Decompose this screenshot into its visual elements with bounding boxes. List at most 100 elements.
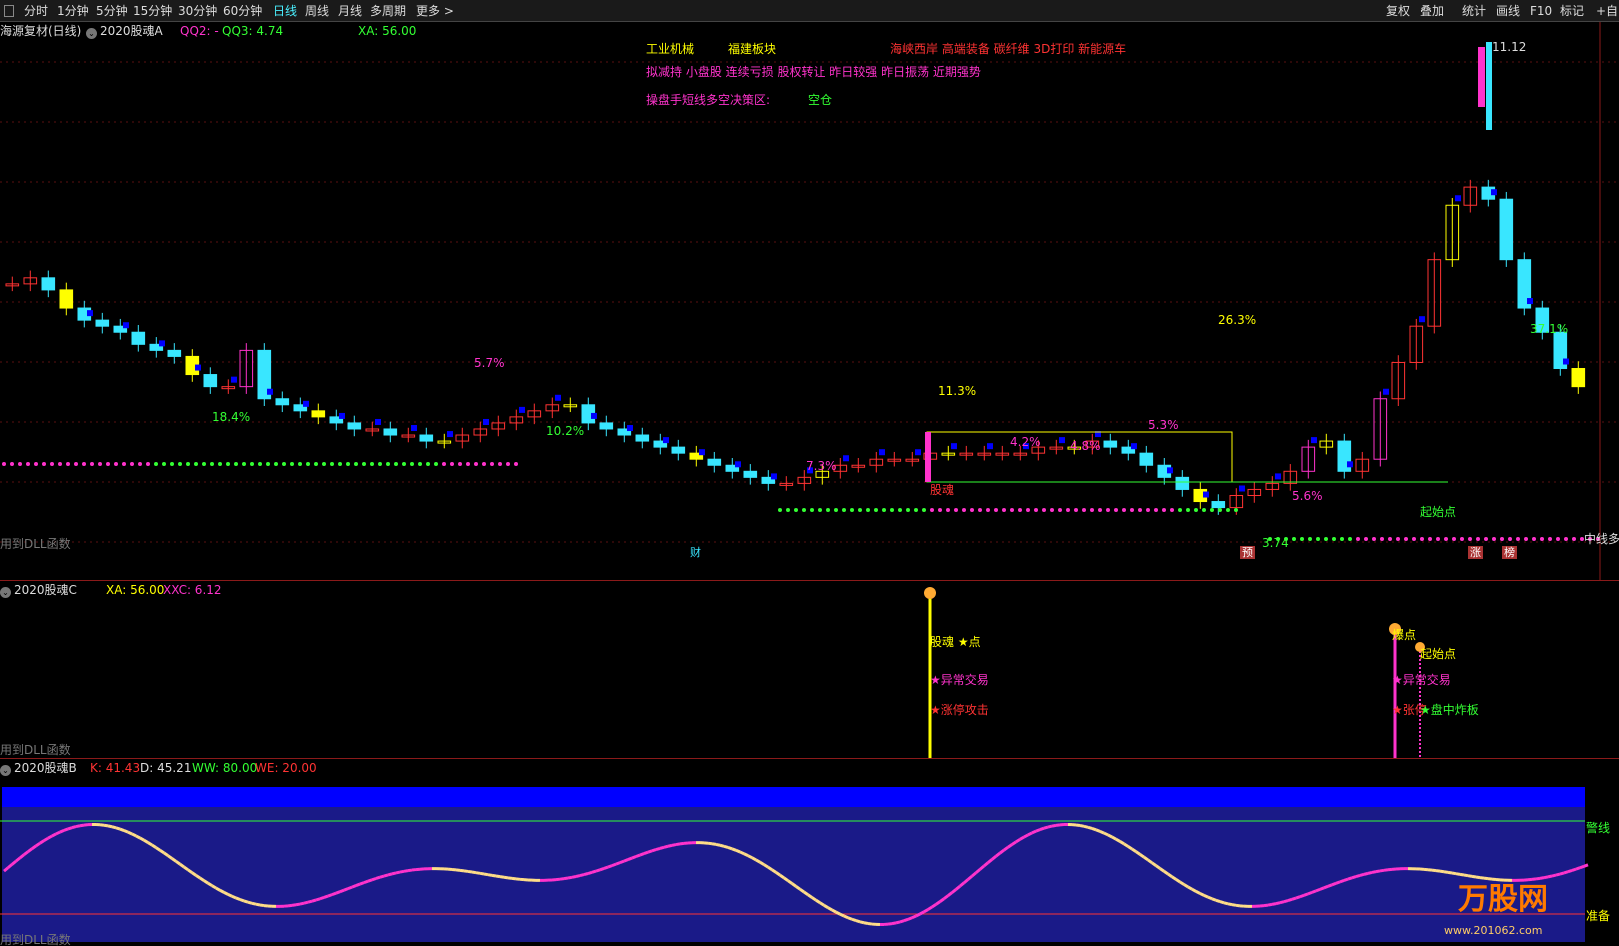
pct-label: 5.3% xyxy=(1148,418,1179,432)
tab-15min[interactable]: 15分钟 xyxy=(133,3,172,19)
candle-body xyxy=(275,398,290,406)
kd-segment xyxy=(1267,902,1273,907)
support-dot xyxy=(122,462,126,466)
kd-segment xyxy=(1275,901,1281,906)
kd-segment xyxy=(111,825,117,830)
restore-rights-button[interactable]: 复权 xyxy=(1386,3,1410,19)
xa-value: XA: 56.00 xyxy=(106,583,165,597)
trend-marker xyxy=(1491,189,1497,196)
support-dot xyxy=(1476,537,1480,541)
kd-segment xyxy=(1343,877,1349,882)
kd-segment xyxy=(911,914,917,920)
oscillator-chart xyxy=(0,787,1589,942)
indicator-a-header[interactable]: ⌄ 2020股魂A xyxy=(86,24,163,39)
tab-monthly[interactable]: 月线 xyxy=(338,3,362,19)
indicator-c-header[interactable]: ⌄ 2020股魂C xyxy=(0,583,77,598)
kd-segment xyxy=(655,846,661,852)
tab-fenshi[interactable]: 分时 xyxy=(24,3,48,19)
kd-segment xyxy=(867,922,873,926)
watermark-logo: 万股网 xyxy=(1458,882,1548,917)
kd-segment xyxy=(559,877,565,881)
draw-line-button[interactable]: 画线 xyxy=(1496,3,1520,19)
kd-segment xyxy=(671,843,677,847)
support-dot xyxy=(1042,508,1046,512)
signal-abnormal: ★异常交易 xyxy=(930,673,989,687)
forecast-badge[interactable]: 预 xyxy=(1240,546,1255,559)
trend-marker xyxy=(1563,358,1569,365)
breakout-bar xyxy=(925,432,931,482)
trend-marker xyxy=(1275,473,1281,480)
kd-segment xyxy=(715,842,721,847)
tab-more[interactable]: 更多 > xyxy=(416,3,454,19)
rise-badge[interactable]: 涨 xyxy=(1468,546,1483,559)
kd-segment xyxy=(1355,873,1361,879)
tab-5min[interactable]: 5分钟 xyxy=(96,3,128,19)
tab-30min[interactable]: 30分钟 xyxy=(178,3,217,19)
kd-segment xyxy=(1179,880,1185,886)
support-dot xyxy=(266,462,270,466)
mark-button[interactable]: 标记 xyxy=(1560,3,1584,19)
tab-1min[interactable]: 1分钟 xyxy=(57,3,89,19)
kd-segment xyxy=(1211,897,1217,902)
support-dot xyxy=(378,462,382,466)
kd-segment xyxy=(1471,874,1477,879)
kd-segment xyxy=(1331,881,1337,887)
trend-marker xyxy=(735,461,741,468)
support-dot xyxy=(1130,508,1134,512)
support-dot xyxy=(898,508,902,512)
custom-button[interactable]: +自 xyxy=(1596,3,1618,19)
main-chart-pane[interactable]: 海源复材(日线) ⌄ 2020股魂A QQ2: - QQ3: 4.74 XA: 5… xyxy=(0,22,1619,580)
support-dot xyxy=(882,508,886,512)
kd-segment xyxy=(1291,896,1297,901)
statistics-button[interactable]: 统计 xyxy=(1462,3,1486,19)
kd-segment xyxy=(487,873,493,877)
kd-segment xyxy=(579,873,585,878)
support-dot xyxy=(794,508,798,512)
f10-button[interactable]: F10 xyxy=(1530,3,1552,19)
kd-segment xyxy=(1023,833,1029,839)
trend-marker xyxy=(375,418,381,425)
kd-segment xyxy=(119,827,125,832)
tab-60min[interactable]: 60分钟 xyxy=(223,3,262,19)
kd-segment xyxy=(107,824,113,829)
kd-segment xyxy=(379,874,385,879)
support-dot xyxy=(1332,537,1336,541)
kd-segment xyxy=(1203,894,1209,899)
kd-segment xyxy=(395,870,401,875)
collapse-icon[interactable]: ⌄ xyxy=(0,587,11,598)
kd-segment xyxy=(255,902,261,907)
tab-multi-period[interactable]: 多周期 xyxy=(370,3,406,19)
kd-segment xyxy=(763,863,769,869)
tab-daily[interactable]: 日线 xyxy=(273,3,297,19)
trend-marker xyxy=(1203,491,1209,498)
midline-label: 中线多 xyxy=(1584,532,1619,546)
support-dot xyxy=(322,462,326,466)
signal-pane[interactable]: ⌄ 2020股魂C XA: 56.00 XXC: 6.12 股魂 ★点 ★异常交易… xyxy=(0,581,1619,758)
support-dot xyxy=(1026,508,1030,512)
ranking-badge[interactable]: 榜 xyxy=(1502,546,1517,559)
tab-weekly[interactable]: 周线 xyxy=(305,3,329,19)
kd-segment xyxy=(1087,825,1093,830)
support-dot xyxy=(1300,537,1304,541)
indicator-b-header[interactable]: ⌄ 2020股魂B xyxy=(0,761,77,776)
candle-body xyxy=(1499,198,1514,261)
kd-segment xyxy=(299,901,305,906)
kd-segment xyxy=(1371,870,1377,874)
kd-segment xyxy=(1339,879,1345,884)
kd-segment xyxy=(1279,900,1285,905)
collapse-icon[interactable]: ⌄ xyxy=(86,28,97,39)
kd-segment xyxy=(123,829,129,834)
support-dot xyxy=(914,508,918,512)
oscillator-pane[interactable]: ⌄ 2020股魂B K: 41.43 D: 45.21 WW: 80.00 WE:… xyxy=(0,759,1619,946)
finance-badge[interactable]: 财 xyxy=(688,546,703,559)
support-dot xyxy=(1122,508,1126,512)
kd-segment xyxy=(851,917,857,923)
kd-segment xyxy=(343,887,349,892)
collapse-icon[interactable]: ⌄ xyxy=(0,765,11,776)
start-point-marker: 起始点 xyxy=(1420,505,1457,519)
kd-segment xyxy=(247,900,253,905)
overlay-button[interactable]: 叠加 xyxy=(1420,3,1444,19)
support-dot xyxy=(1492,537,1496,541)
menu-icon[interactable] xyxy=(4,5,14,17)
trend-marker xyxy=(1383,388,1389,395)
